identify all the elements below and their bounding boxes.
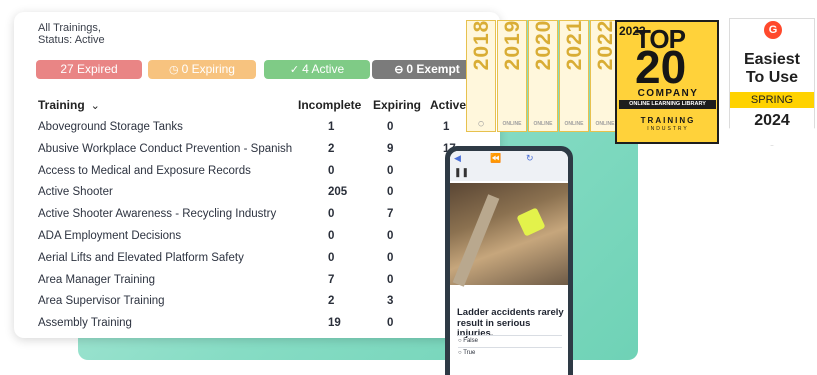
expiring-count: 0	[387, 164, 394, 177]
expiring-count-chip[interactable]: ◷ 0 Expiring	[148, 60, 256, 79]
active-count-label: 4 Active	[302, 62, 345, 76]
table-row[interactable]: Active Shooter Awareness - Recycling Ind…	[14, 204, 500, 226]
incomplete-count: 0	[328, 251, 335, 264]
back-icon[interactable]: ◀	[454, 153, 461, 164]
exempt-count-label: 0 Exempt	[406, 62, 460, 76]
expiring-count: 7	[387, 208, 394, 221]
table-row[interactable]: Area Manager Training 7 0	[14, 270, 500, 292]
training-report-card: All Trainings, Status: Active 27 Expired…	[14, 12, 500, 338]
award-badge-2018: 2018 ◯	[466, 20, 496, 132]
training-name: Abusive Workplace Conduct Prevention - S…	[38, 142, 293, 155]
expired-count-chip[interactable]: 27 Expired	[36, 60, 142, 79]
rewind-icon[interactable]: ⏪	[490, 153, 501, 164]
quiz-option-true[interactable]: ○ True	[458, 347, 562, 356]
training-name: ADA Employment Decisions	[38, 229, 182, 242]
table-row[interactable]: Access to Medical and Exposure Records 0 0	[14, 161, 500, 183]
filter-summary: All Trainings, Status: Active	[38, 22, 105, 46]
training-name: Active Shooter Awareness - Recycling Ind…	[38, 208, 277, 221]
incomplete-count: 7	[328, 273, 335, 286]
top-20-company-badge: 2023 TOP 20 COMPANY ONLINE LEARNING LIBR…	[615, 20, 719, 144]
worker-shape	[516, 207, 546, 237]
incomplete-count: 19	[328, 317, 341, 330]
ladder-shape	[452, 194, 500, 287]
column-header-training[interactable]: Training ⌄	[38, 98, 100, 112]
incomplete-count: 2	[328, 295, 335, 308]
expiring-count: 0	[387, 251, 394, 264]
check-icon: ✓	[289, 64, 300, 76]
table-row[interactable]: ADA Employment Decisions 0 0	[14, 226, 500, 248]
table-row[interactable]: Aerial Lifts and Elevated Platform Safet…	[14, 248, 500, 270]
mobile-phone-mockup: ◀ ⏪ ↻ ❚❚ Ladder accidents rarely result …	[445, 146, 573, 375]
incomplete-count: 0	[328, 229, 335, 242]
expiring-count: 3	[387, 295, 394, 308]
player-controls: ◀ ⏪ ↻ ❚❚	[450, 151, 568, 181]
active-count-chip[interactable]: ✓ 4 Active	[264, 60, 370, 79]
column-header-active[interactable]: Active	[430, 98, 466, 112]
award-icon: ◯	[478, 121, 484, 127]
incomplete-count: 0	[328, 164, 335, 177]
table-row[interactable]: Aboveground Storage Tanks 1 0 1	[14, 117, 500, 139]
table-row[interactable]: Assembly Training 19 0	[14, 313, 500, 335]
training-name: Assembly Training	[38, 317, 132, 330]
chevron-down-icon: ⌄	[90, 100, 100, 112]
expiring-count: 0	[387, 121, 394, 133]
expiring-count: 0	[387, 273, 394, 286]
expiring-count: 0	[387, 229, 394, 242]
column-header-expiring[interactable]: Expiring	[373, 98, 421, 112]
g2-easiest-to-use-badge: G Easiest To Use SPRING 2024	[729, 18, 815, 146]
clock-icon: ◷	[169, 64, 179, 76]
minus-circle-icon: ⊖	[394, 64, 404, 76]
expired-count-label: 27 Expired	[60, 62, 118, 76]
expiring-count: 0	[387, 186, 394, 199]
column-header-incomplete[interactable]: Incomplete	[298, 98, 361, 112]
training-name: Active Shooter	[38, 186, 113, 199]
g2-logo-icon: G	[764, 21, 782, 39]
training-name: Aerial Lifts and Elevated Platform Safet…	[38, 251, 244, 264]
training-name: Access to Medical and Exposure Records	[38, 164, 251, 177]
award-badge-2021: 2021 ONLINE	[559, 20, 589, 132]
incomplete-count: 0	[328, 208, 335, 221]
expiring-count: 9	[387, 142, 394, 155]
incomplete-count: 205	[328, 186, 348, 199]
quiz-option-false[interactable]: ○ False	[458, 335, 562, 344]
award-badge-2020: 2020 ONLINE	[528, 20, 558, 132]
training-table-body: Aboveground Storage Tanks 1 0 1 Abusive Wor…	[14, 117, 500, 335]
award-badge-2019: 2019 ONLINE	[497, 20, 527, 132]
incomplete-count: 2	[328, 142, 335, 155]
filter-line-status: Status: Active	[38, 34, 105, 46]
table-row[interactable]: Active Shooter 205 0	[14, 182, 500, 204]
incomplete-count: 1	[328, 121, 335, 133]
filter-line-trainings: All Trainings,	[38, 22, 101, 34]
training-name: Aboveground Storage Tanks	[38, 121, 183, 133]
active-count: 1	[443, 121, 450, 133]
expiring-count: 0	[387, 317, 394, 330]
table-row[interactable]: Area Supervisor Training 2 3	[14, 291, 500, 313]
pause-icon[interactable]: ❚❚	[454, 167, 469, 178]
training-name: Area Manager Training	[38, 273, 155, 286]
phone-screen: ◀ ⏪ ↻ ❚❚ Ladder accidents rarely result …	[450, 151, 568, 375]
table-row[interactable]: Abusive Workplace Conduct Prevention - S…	[14, 139, 500, 161]
expiring-count-label: 0 Expiring	[181, 62, 235, 76]
training-name: Area Supervisor Training	[38, 295, 165, 308]
refresh-icon[interactable]: ↻	[526, 153, 534, 164]
ladder-accident-photo	[450, 183, 568, 287]
